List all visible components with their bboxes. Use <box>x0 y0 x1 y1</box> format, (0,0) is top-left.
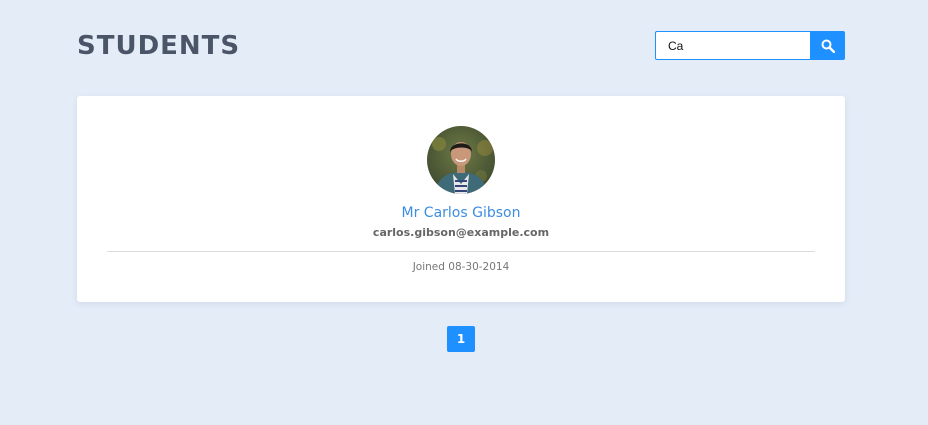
joined-date: Joined 08-30-2014 <box>412 261 510 273</box>
student-name[interactable]: Mr Carlos Gibson <box>77 204 845 222</box>
search-icon <box>821 39 835 53</box>
search-input[interactable] <box>655 31 810 60</box>
avatar[interactable] <box>427 126 495 194</box>
search-button[interactable] <box>810 31 845 60</box>
student-card: Mr Carlos Gibson carlos.gibson@example.c… <box>77 96 845 302</box>
person-photo <box>427 126 495 194</box>
search-bar <box>655 31 845 60</box>
student-email: carlos.gibson@example.com <box>372 226 550 239</box>
pagination: 1 <box>447 326 475 352</box>
page-button-1[interactable]: 1 <box>447 326 475 352</box>
page-title: STUDENTS <box>77 31 241 61</box>
divider <box>107 251 815 252</box>
